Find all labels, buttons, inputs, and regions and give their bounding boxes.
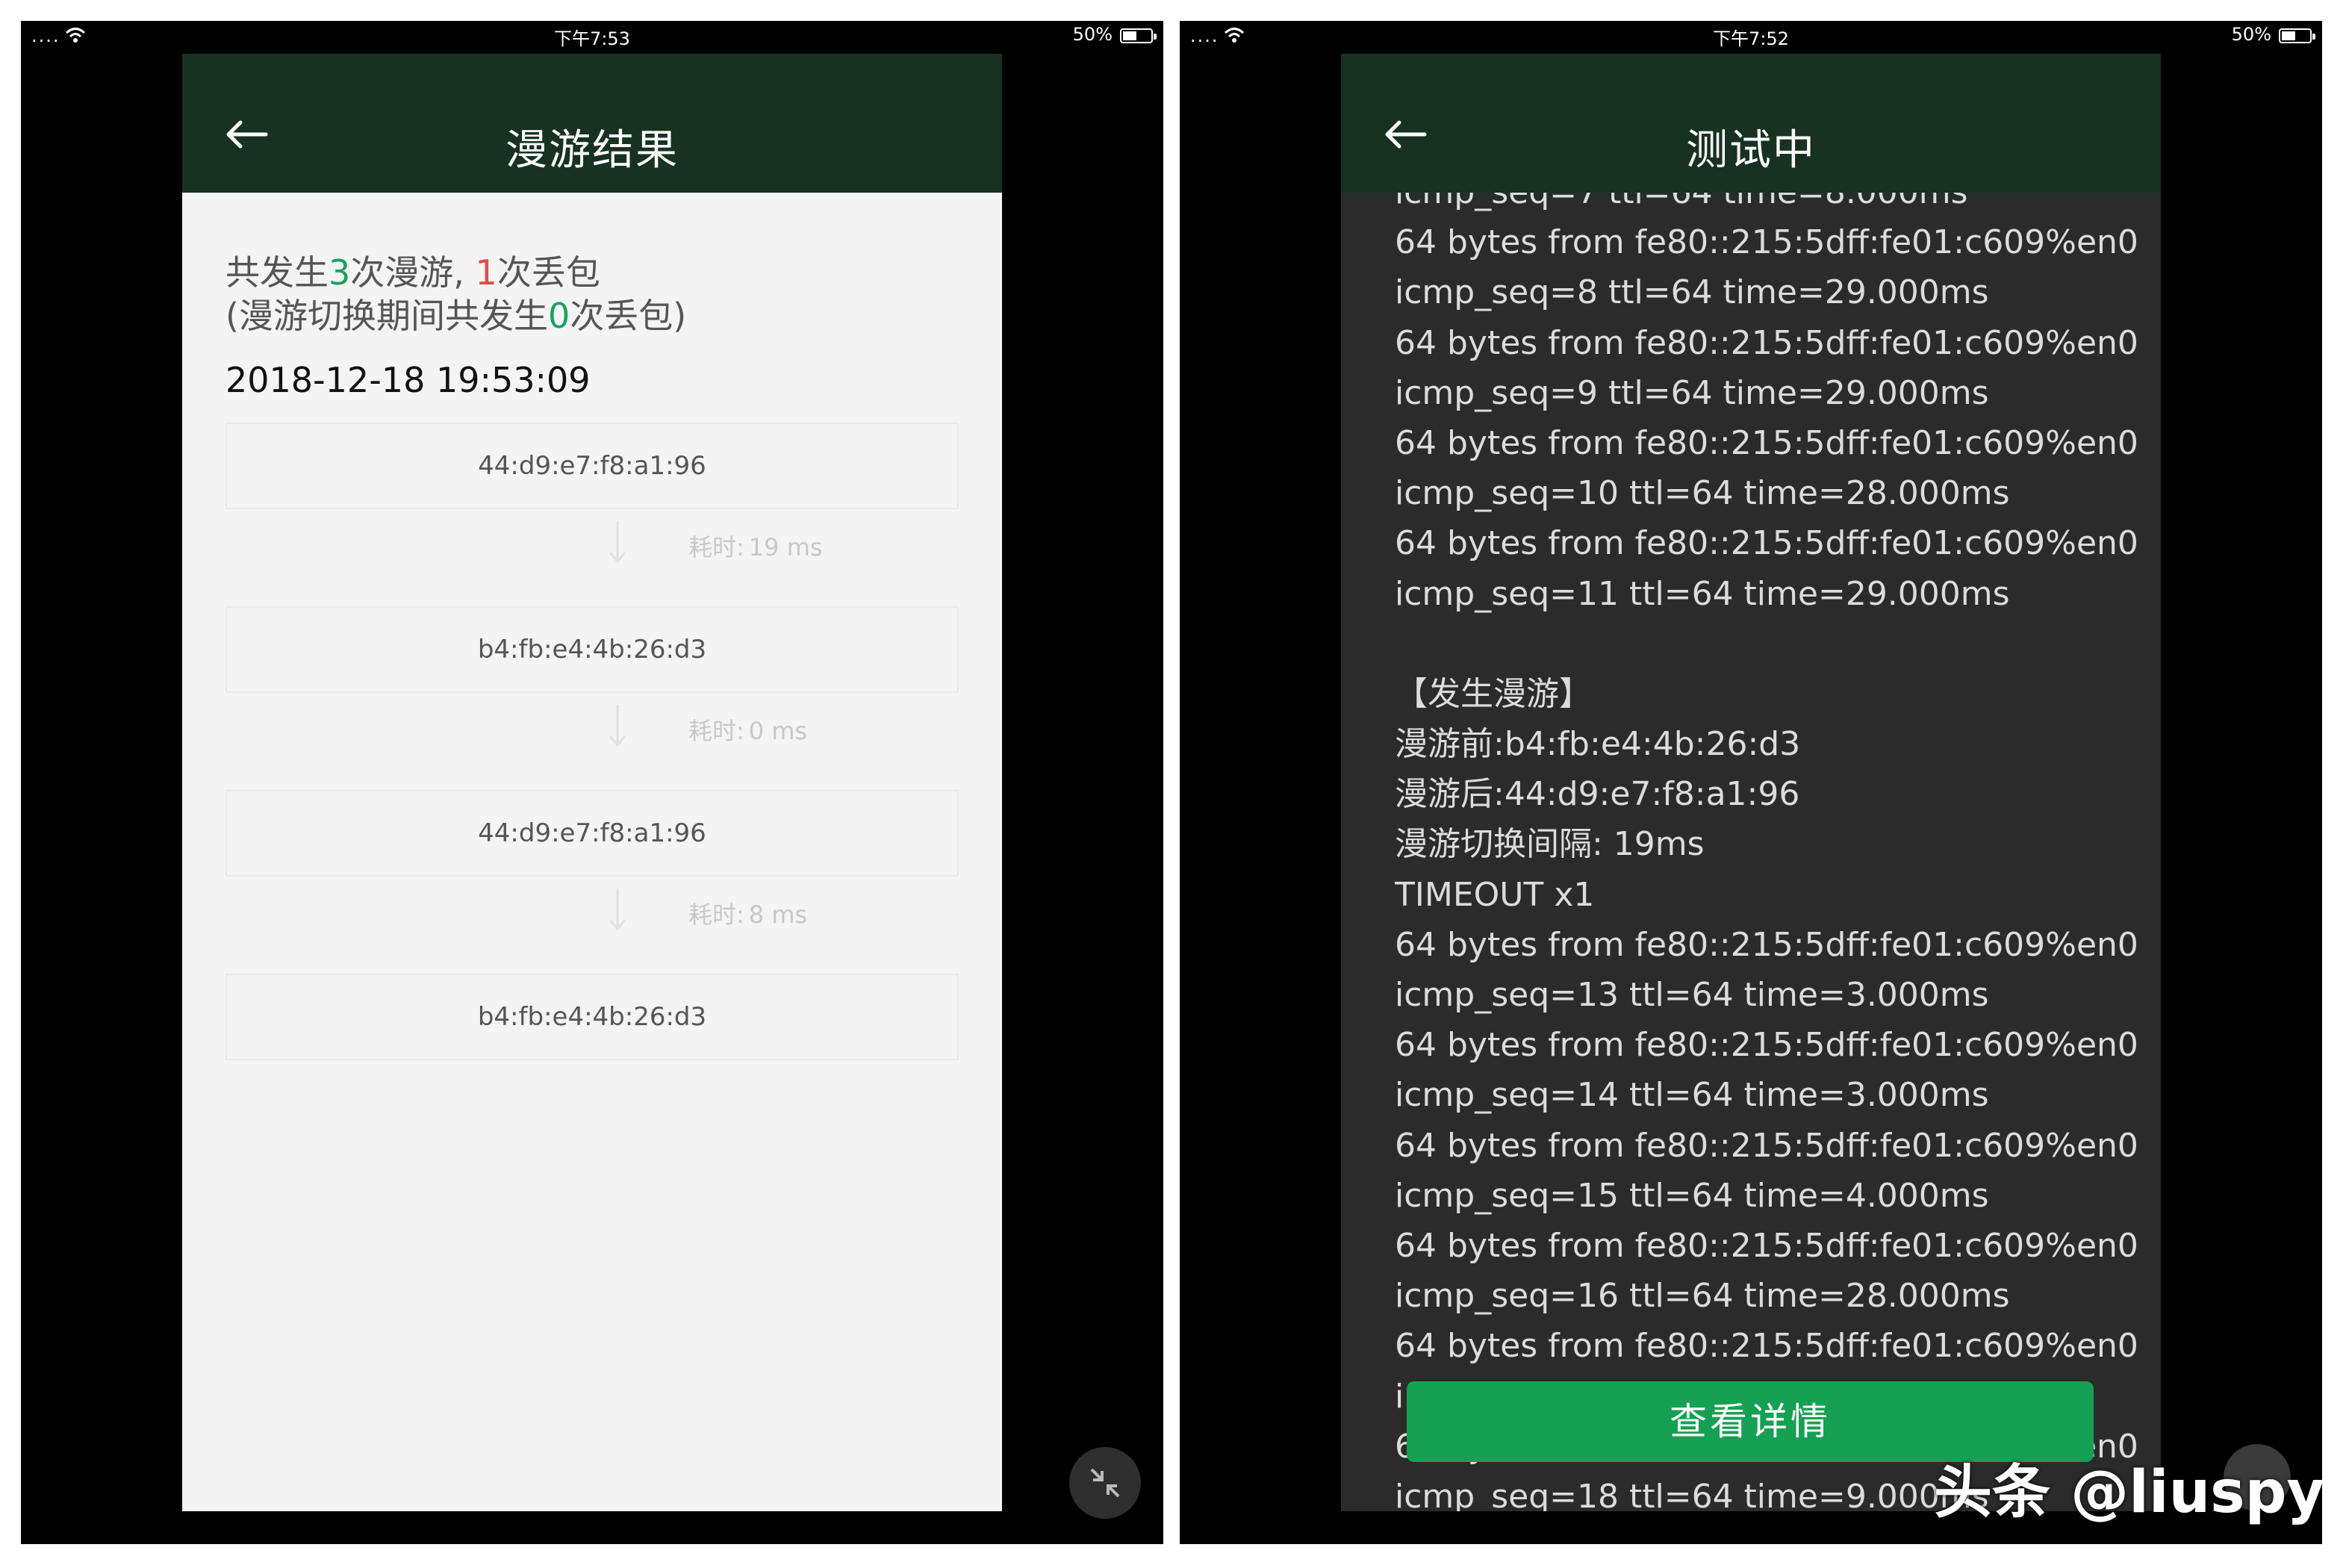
log-content: icmp_seq=7 ttl=64 time=8.000ms 64 bytes f…: [1395, 193, 2141, 1511]
log-line: icmp_seq=7 ttl=64 time=8.000ms: [1395, 193, 2141, 217]
battery-fill: [1123, 31, 1137, 40]
cost-label: 耗时:: [688, 717, 744, 745]
loss-count: 1: [475, 252, 497, 293]
log-line: icmp_seq=10 ttl=64 time=28.000ms: [1395, 474, 2010, 513]
status-bar: .... 下午7:53 50%: [21, 21, 1163, 51]
log-line: 漫游后:44:d9:e7:f8:a1:96: [1395, 775, 1800, 814]
arrow-down-icon: [609, 705, 626, 747]
app-header: 测试中: [1341, 54, 2161, 193]
result-timestamp: 2018-12-18 19:53:09: [225, 360, 591, 400]
cost-value: 0 ms: [748, 717, 808, 745]
cost-label: 耗时:: [688, 533, 744, 561]
ap-node: 44:d9:e7:f8:a1:96: [225, 423, 959, 509]
log-line: 64 bytes from fe80::215:5dff:fe01:c609%e…: [1395, 1126, 2141, 1165]
log-line: icmp_seq=11 ttl=64 time=29.000ms: [1395, 574, 2010, 613]
log-line: icmp_seq=9 ttl=64 time=29.000ms: [1395, 373, 1989, 412]
page-title: 测试中: [1686, 126, 1816, 175]
cost-label: 耗时:: [688, 900, 744, 929]
log-line: 64 bytes from fe80::215:5dff:fe01:c609%e…: [1395, 524, 2141, 563]
switch-loss-prefix: (漫游切换期间共发生: [225, 296, 548, 336]
switch-loss-count: 0: [547, 296, 570, 336]
status-time: 下午7:52: [1713, 28, 1789, 49]
roam-summary: 共发生3次漫游, 1次丢包 (漫游切换期间共发生0次丢包): [225, 251, 686, 337]
transition-cost: 耗时: 19 ms: [688, 529, 823, 563]
log-line: 64 bytes from fe80::215:5dff:fe01:c609%e…: [1395, 423, 2141, 462]
testing-screen: .... 下午7:52 50% icmp_seq=7 ttl=64 time=8…: [1180, 21, 2322, 1544]
status-bar: .... 下午7:52 50%: [1180, 21, 2322, 51]
log-line: 漫游切换间隔: 19ms: [1395, 825, 1705, 864]
transition-cost: 耗时: 8 ms: [688, 896, 807, 930]
cost-value: 19 ms: [748, 533, 823, 561]
summary-line-1: 共发生3次漫游, 1次丢包: [225, 251, 686, 294]
app-window: icmp_seq=7 ttl=64 time=8.000ms 64 bytes f…: [1341, 54, 2161, 1511]
summary-suffix: 次丢包: [497, 252, 600, 293]
ping-log[interactable]: icmp_seq=7 ttl=64 time=8.000ms 64 bytes f…: [1395, 193, 2141, 1511]
app-window: 漫游结果 共发生3次漫游, 1次丢包 (漫游切换期间共发生0次丢包) 2018-…: [182, 54, 1002, 1511]
battery-percent: 50%: [2231, 24, 2271, 45]
log-line: 64 bytes from fe80::215:5dff:fe01:c609%e…: [1395, 1226, 2141, 1265]
cost-value: 8 ms: [748, 900, 808, 929]
battery-icon: [2279, 28, 2315, 43]
log-line: 64 bytes from fe80::215:5dff:fe01:c609%e…: [1395, 323, 2141, 362]
page-title: 漫游结果: [505, 126, 679, 175]
summary-line-2: (漫游切换期间共发生0次丢包): [225, 294, 686, 337]
log-line: icmp_seq=16 ttl=64 time=28.000ms: [1395, 1277, 2010, 1316]
log-line: icmp_seq=14 ttl=64 time=3.000ms: [1395, 1076, 1989, 1115]
log-line: 64 bytes from fe80::215:5dff:fe01:c609%e…: [1395, 925, 2141, 964]
collapse-button[interactable]: [1069, 1447, 1141, 1519]
roam-transition: 耗时: 19 ms: [225, 514, 959, 570]
switch-loss-suffix: 次丢包): [570, 296, 687, 336]
battery-fill: [2282, 31, 2296, 40]
app-header: 漫游结果: [182, 54, 1002, 193]
arrow-down-icon: [609, 521, 626, 564]
roam-count: 3: [329, 252, 351, 293]
log-line: icmp_seq=15 ttl=64 time=4.000ms: [1395, 1176, 1989, 1215]
log-line: TIMEOUT x1: [1395, 875, 1595, 914]
log-line: 漫游前:b4:fb:e4:4b:26:d3: [1395, 725, 1801, 764]
log-line: 64 bytes from fe80::215:5dff:fe01:c609%e…: [1395, 1327, 2141, 1366]
transition-cost: 耗时: 0 ms: [688, 712, 807, 747]
ap-node: b4:fb:e4:4b:26:d3: [225, 974, 959, 1060]
log-line: icmp_seq=8 ttl=64 time=29.000ms: [1395, 273, 1989, 312]
arrow-down-icon: [609, 889, 626, 931]
log-line: 64 bytes from fe80::215:5dff:fe01:c609%e…: [1395, 223, 2141, 262]
roam-transition: 耗时: 8 ms: [225, 881, 959, 938]
battery-icon: [1120, 28, 1157, 43]
roam-result-screen: .... 下午7:53 50% 漫游结果 共发生3次漫游, 1次丢包 (漫游切换…: [21, 21, 1163, 1544]
log-line: 【发生漫游】: [1395, 674, 1592, 713]
summary-mid: 次漫游,: [350, 252, 476, 293]
ap-node: 44:d9:e7:f8:a1:96: [225, 790, 959, 877]
collapse-icon: [1090, 1468, 1120, 1498]
log-line: icmp_seq=13 ttl=64 time=3.000ms: [1395, 976, 1989, 1014]
roam-transition: 耗时: 0 ms: [225, 697, 959, 754]
status-time: 下午7:53: [554, 28, 630, 49]
log-line: 64 bytes from fe80::215:5dff:fe01:c609%e…: [1395, 1026, 2141, 1065]
ap-node: b4:fb:e4:4b:26:d3: [225, 606, 959, 693]
summary-prefix: 共发生: [225, 252, 329, 293]
watermark: 头条 @liuspy: [1934, 1459, 2322, 1526]
battery-percent: 50%: [1072, 24, 1113, 45]
